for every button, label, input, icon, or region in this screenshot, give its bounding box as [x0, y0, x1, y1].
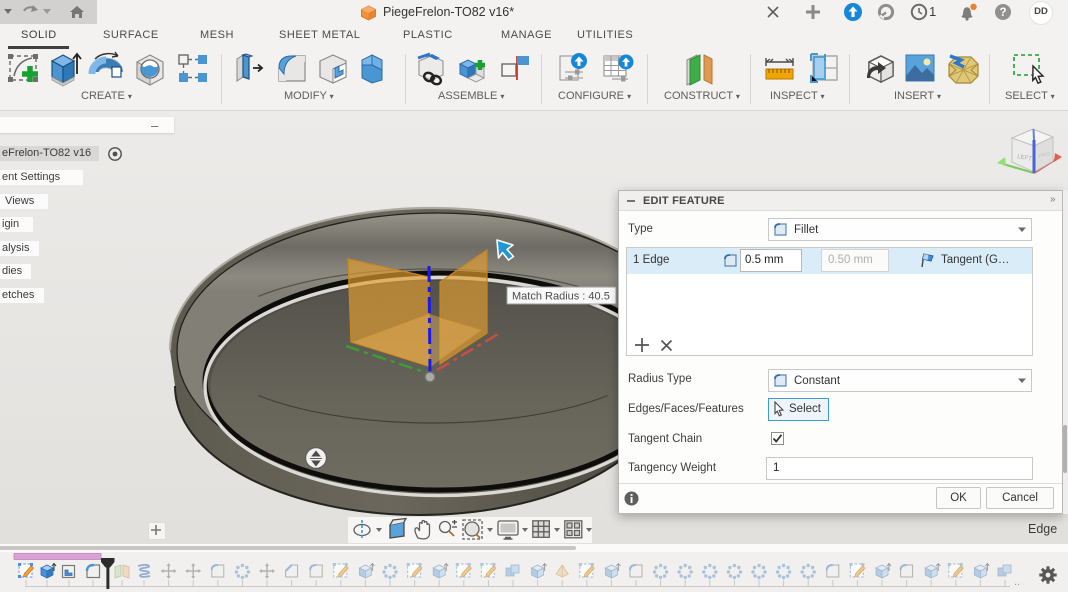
svg-text:..: .. [1014, 576, 1020, 588]
svg-text:Match Radius : 40.5: Match Radius : 40.5 [512, 291, 610, 303]
svg-text:?: ? [999, 7, 1006, 19]
